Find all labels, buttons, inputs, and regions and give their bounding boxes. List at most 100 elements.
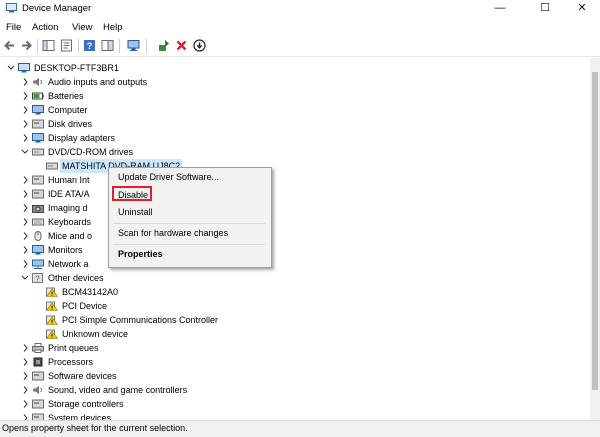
sound-icon bbox=[33, 385, 42, 395]
warning-device-icon bbox=[46, 329, 58, 339]
display-adapter-icon bbox=[32, 133, 44, 143]
mouse-icon bbox=[34, 231, 42, 241]
chevron-right-icon[interactable] bbox=[20, 173, 30, 187]
device-manager-icon bbox=[6, 3, 17, 13]
svg-text:?: ? bbox=[35, 274, 40, 283]
uninstall-menu-item[interactable]: Uninstall bbox=[118, 207, 153, 217]
tree-item[interactable]: Software devices bbox=[20, 369, 570, 383]
tree-item[interactable]: PCI Simple Communications Controller bbox=[34, 313, 570, 327]
menu-separator bbox=[113, 223, 265, 224]
chevron-right-icon[interactable] bbox=[20, 369, 30, 383]
tree-item[interactable]: Audio inputs and outputs bbox=[20, 75, 570, 89]
tree-item[interactable]: Computer bbox=[20, 103, 570, 117]
tree-item-label: PCI Device bbox=[62, 301, 108, 311]
status-text: Opens property sheet for the current sel… bbox=[2, 423, 188, 433]
chevron-right-icon[interactable] bbox=[20, 89, 30, 103]
chevron-right-icon[interactable] bbox=[20, 229, 30, 243]
forward-icon[interactable] bbox=[20, 39, 33, 52]
tree-item-label: Audio inputs and outputs bbox=[48, 77, 148, 87]
scrollbar-thumb[interactable] bbox=[592, 72, 598, 390]
status-bar: Opens property sheet for the current sel… bbox=[0, 420, 600, 437]
printer-icon bbox=[32, 343, 44, 353]
maximize-button[interactable]: ☐ bbox=[525, 0, 565, 17]
device-tree: DESKTOP-FTF3BR1 Audio inputs and outputs… bbox=[0, 58, 590, 420]
chevron-right-icon[interactable] bbox=[20, 187, 30, 201]
close-button[interactable]: ✕ bbox=[562, 0, 600, 17]
chevron-right-icon[interactable] bbox=[20, 355, 30, 369]
processor-icon bbox=[33, 357, 43, 367]
chevron-right-icon[interactable] bbox=[20, 201, 30, 215]
chevron-right-icon[interactable] bbox=[20, 103, 30, 117]
action-pane-icon[interactable] bbox=[101, 39, 114, 52]
chevron-right-icon[interactable] bbox=[20, 243, 30, 257]
tree-item-label: Disk drives bbox=[48, 119, 93, 129]
tree-item-label: Print queues bbox=[48, 343, 99, 353]
menu-action[interactable]: Action bbox=[32, 22, 58, 33]
properties-menu-item[interactable]: Properties bbox=[118, 249, 163, 259]
highlight-box bbox=[112, 186, 152, 201]
tree-item[interactable]: Keyboards bbox=[20, 215, 570, 229]
scan-hardware-menu-item[interactable]: Scan for hardware changes bbox=[118, 228, 228, 238]
tree-item[interactable]: DVD/CD-ROM drives bbox=[20, 145, 570, 159]
toolbar: ? bbox=[0, 36, 600, 57]
tree-item-label: Sound, video and game controllers bbox=[48, 385, 188, 395]
tree-item-label: Network a bbox=[48, 259, 89, 269]
tree-item[interactable]: Sound, video and game controllers bbox=[20, 383, 570, 397]
tree-item[interactable]: Human Int bbox=[20, 173, 570, 187]
chevron-right-icon[interactable] bbox=[20, 341, 30, 355]
tree-item[interactable]: PCI Device bbox=[34, 299, 570, 313]
tree-item[interactable]: Processors bbox=[20, 355, 570, 369]
monitor-icon[interactable] bbox=[127, 39, 140, 52]
close-icon: ✕ bbox=[577, 2, 587, 14]
storage-icon bbox=[32, 399, 44, 409]
chevron-right-icon[interactable] bbox=[20, 215, 30, 229]
chevron-right-icon[interactable] bbox=[20, 117, 30, 131]
show-hide-tree-icon[interactable] bbox=[42, 39, 55, 52]
speaker-icon bbox=[33, 77, 42, 87]
tree-item[interactable]: Print queues bbox=[20, 341, 570, 355]
tree-item[interactable]: Display adapters bbox=[20, 131, 570, 145]
chevron-down-icon[interactable] bbox=[20, 145, 30, 159]
menu-help[interactable]: Help bbox=[103, 22, 123, 33]
tree-item[interactable]: IDE ATA/A bbox=[20, 187, 570, 201]
tree-item-label: IDE ATA/A bbox=[48, 189, 90, 199]
tree-item[interactable]: Network a bbox=[20, 257, 570, 271]
update-driver-icon[interactable] bbox=[157, 39, 170, 52]
tree-item[interactable]: System devices bbox=[20, 411, 570, 420]
chevron-right-icon[interactable] bbox=[20, 75, 30, 89]
chevron-down-icon[interactable] bbox=[20, 271, 30, 285]
tree-item-label: Storage controllers bbox=[48, 399, 124, 409]
properties-icon[interactable] bbox=[60, 39, 73, 52]
minimize-button[interactable]: — bbox=[480, 0, 520, 17]
tree-item[interactable]: Monitors bbox=[20, 243, 570, 257]
context-menu: Update Driver Software... Disable Uninst… bbox=[108, 167, 272, 268]
menu-file[interactable]: File bbox=[6, 22, 21, 33]
tree-item-label: Processors bbox=[48, 357, 94, 367]
chevron-right-icon[interactable] bbox=[20, 411, 30, 420]
chevron-down-icon[interactable] bbox=[6, 61, 16, 75]
tree-item[interactable]: Unknown device bbox=[34, 327, 570, 341]
chevron-right-icon[interactable] bbox=[20, 383, 30, 397]
chevron-right-icon[interactable] bbox=[20, 131, 30, 145]
tree-item[interactable]: Disk drives bbox=[20, 117, 570, 131]
update-driver-menu-item[interactable]: Update Driver Software... bbox=[118, 172, 219, 182]
chevron-right-icon[interactable] bbox=[20, 397, 30, 411]
uninstall-icon[interactable] bbox=[175, 39, 188, 52]
camera-icon bbox=[32, 205, 44, 213]
tree-root[interactable]: DESKTOP-FTF3BR1 bbox=[6, 61, 206, 75]
maximize-icon: ☐ bbox=[540, 2, 550, 14]
download-icon[interactable] bbox=[193, 39, 206, 52]
tree-item[interactable]: Mice and o bbox=[20, 229, 570, 243]
minimize-icon: — bbox=[494, 2, 506, 14]
chevron-right-icon[interactable] bbox=[20, 257, 30, 271]
tree-item[interactable]: Batteries bbox=[20, 89, 570, 103]
menu-view[interactable]: View bbox=[72, 22, 92, 33]
tree-item[interactable]: Imaging d bbox=[20, 201, 570, 215]
tree-item[interactable]: ? Other devices bbox=[20, 271, 570, 285]
tree-item[interactable]: Storage controllers bbox=[20, 397, 570, 411]
tree-item-label: DVD/CD-ROM drives bbox=[48, 147, 134, 157]
tree-item[interactable]: BCM43142A0 bbox=[34, 285, 570, 299]
tree-item-label: System devices bbox=[48, 413, 112, 420]
help-icon[interactable]: ? bbox=[83, 39, 96, 52]
back-icon[interactable] bbox=[3, 39, 16, 52]
